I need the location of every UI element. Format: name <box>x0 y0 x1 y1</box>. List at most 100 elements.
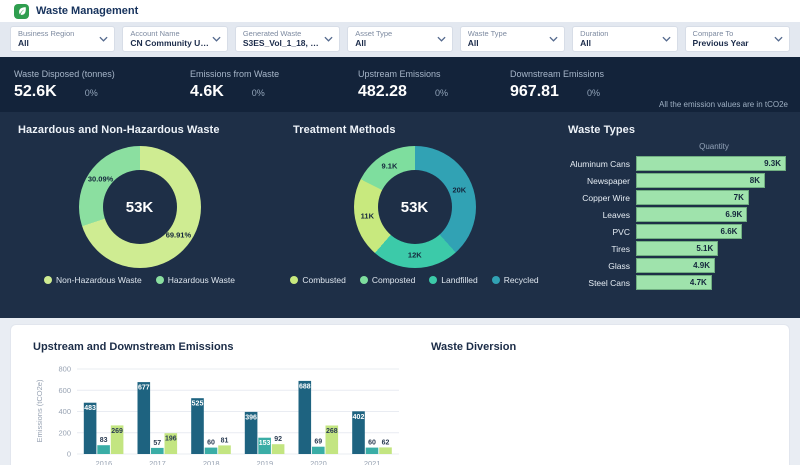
chart-title-treatment-methods: Treatment Methods <box>293 124 396 136</box>
svg-text:483: 483 <box>84 405 96 412</box>
chevron-down-icon <box>324 36 333 42</box>
legend-item-recycled[interactable]: Recycled <box>491 275 539 285</box>
hazardous-and-non-hazardous-waste-donut[interactable]: 69.91% 30.09% 53K <box>78 146 201 268</box>
bar: 6.6K <box>636 224 743 239</box>
svg-text:60: 60 <box>368 440 376 447</box>
donut-total-value: 53K <box>125 198 154 216</box>
waste-type-row-glass[interactable]: Glass 4.9K <box>568 257 786 274</box>
svg-text:400: 400 <box>58 407 71 416</box>
legend-label: Hazardous Waste <box>167 275 235 285</box>
kpi-emissions-from-waste: Emissions from Waste 4.6K 0% <box>190 69 358 101</box>
bottom-panel: Upstream and Downstream Emissions 0 200 40… <box>10 324 790 465</box>
filter-duration[interactable]: Duration All <box>572 26 678 52</box>
waste-type-row-copper-wire[interactable]: Copper Wire 7K <box>568 189 786 206</box>
kpi-change: 0% <box>84 87 98 98</box>
slice-label-non-hazardous-waste: 69.91% <box>165 230 192 240</box>
legend-label: Combusted <box>302 275 346 285</box>
kpi-label: Downstream Emissions <box>510 68 605 79</box>
filter-bar: Business Region All Account Name CN Communi… <box>0 22 800 57</box>
waste-type-row-leaves[interactable]: Leaves 6.9K <box>568 206 786 223</box>
legend-item-composted[interactable]: Composted <box>359 275 416 285</box>
bar: 4.7K <box>636 275 712 290</box>
hazardous-waste-legend: Non-Hazardous Waste Hazardous Waste <box>18 275 261 285</box>
slice-label-combusted: 11K <box>360 211 375 221</box>
kpi-change: 0% <box>251 87 265 98</box>
svg-text:402: 402 <box>353 414 365 421</box>
waste-type-row-steel-cans[interactable]: Steel Cans 4.7K <box>568 274 786 291</box>
legend-item-non-hazardous-waste[interactable]: Non-Hazardous Waste <box>44 275 142 285</box>
legend-dot <box>491 276 500 284</box>
waste-types-bar-chart[interactable]: Aluminum Cans 9.3K Newspaper 8K Copper Wire 7… <box>568 155 786 291</box>
treatment-methods-panel: Treatment Methods 20K 12K 11K 9.1K 53K Combu… <box>275 112 550 318</box>
kpi-change: 0% <box>586 87 600 98</box>
legend-dot <box>290 276 299 284</box>
kpi-value: 482.28 <box>358 82 407 100</box>
kpi-label: Upstream Emissions <box>358 68 441 79</box>
filter-value: All <box>467 38 479 48</box>
kpi-waste-disposed-tonnes: Waste Disposed (tonnes) 52.6K 0% <box>14 69 190 101</box>
filter-business-region[interactable]: Business Region All <box>10 26 116 52</box>
legend-dot <box>359 276 368 284</box>
legend-item-combusted[interactable]: Combusted <box>290 275 346 285</box>
legend-item-landfilled[interactable]: Landfilled <box>429 275 478 285</box>
filter-label: Asset Type <box>355 29 393 38</box>
svg-text:200: 200 <box>58 428 71 437</box>
waste-types-panel: Waste Types Quantity Aluminum Cans 9.3K Ne… <box>550 112 800 318</box>
legend-label: Composted <box>371 275 416 285</box>
chevron-down-icon <box>212 36 221 42</box>
bar: 4.9K <box>636 258 716 273</box>
quantity-axis-label: Quantity <box>699 142 729 151</box>
filter-label: Generated Waste <box>242 29 302 38</box>
kpi-label: Waste Disposed (tonnes) <box>14 68 115 79</box>
svg-text:600: 600 <box>58 386 71 395</box>
svg-text:60: 60 <box>207 440 215 447</box>
emissions-bar-chart[interactable]: 0200400600800Emissions (tCO2e)2016483832… <box>33 359 405 465</box>
waste-type-row-aluminum-cans[interactable]: Aluminum Cans 9.3K <box>568 155 786 172</box>
chevron-down-icon <box>549 36 558 42</box>
kpi-value: 967.81 <box>510 82 559 100</box>
filter-label: Account Name <box>130 29 180 38</box>
svg-text:2016: 2016 <box>95 459 112 465</box>
waste-type-label: Copper Wire <box>582 192 630 203</box>
waste-type-label: Aluminum Cans <box>570 158 630 169</box>
filter-generated-waste[interactable]: Generated WasteS3ES_Vol_1_18, S3ES_... <box>234 26 341 52</box>
bar-track: 6.9K <box>636 207 786 222</box>
hazardous-waste-panel: Hazardous and Non-Hazardous Waste 69.91%… <box>0 112 275 318</box>
treatment-methods-donut[interactable]: 20K 12K 11K 9.1K 53K <box>353 146 476 268</box>
page-title: Waste Management <box>36 5 139 17</box>
leaf-icon <box>14 3 29 19</box>
bar-value: 7K <box>733 193 744 202</box>
svg-text:153: 153 <box>259 440 271 447</box>
legend-item-hazardous-waste[interactable]: Hazardous Waste <box>155 275 235 285</box>
svg-text:196: 196 <box>165 436 177 443</box>
slice-label-composted: 9.1K <box>381 161 398 171</box>
filter-compare-to[interactable]: Compare To Previous Year <box>684 26 790 52</box>
bar-value: 4.7K <box>689 278 707 287</box>
filter-waste-type[interactable]: Waste Type All <box>459 26 566 52</box>
bar-value: 4.9K <box>693 261 711 270</box>
svg-text:81: 81 <box>221 437 229 444</box>
filter-value: All <box>355 38 367 48</box>
kpi-value: 52.6K <box>14 82 57 100</box>
chevron-down-icon <box>661 36 671 42</box>
slice-label-landfilled: 12K <box>407 250 422 260</box>
waste-type-row-newspaper[interactable]: Newspaper 8K <box>568 172 786 189</box>
donut-center: 53K <box>102 170 177 244</box>
svg-text:83: 83 <box>100 437 108 444</box>
legend-dot <box>44 276 53 284</box>
slice-label-hazardous-waste: 30.09% <box>87 174 114 184</box>
svg-text:800: 800 <box>58 365 71 374</box>
svg-text:57: 57 <box>153 440 161 447</box>
waste-type-row-tires[interactable]: Tires 5.1K <box>568 240 786 257</box>
bar-value: 9.3K <box>764 159 781 168</box>
bar-value: 6.6K <box>720 227 738 236</box>
treatment-methods-donut-wrap: 20K 12K 11K 9.1K 53K <box>293 146 536 268</box>
filter-asset-type[interactable]: Asset Type All <box>347 26 453 52</box>
waste-type-row-pvc[interactable]: PVC 6.6K <box>568 223 786 240</box>
svg-text:2019: 2019 <box>256 459 273 465</box>
waste-type-label: Leaves <box>602 209 630 220</box>
emissions-chart-block: Upstream and Downstream Emissions 0 200 40… <box>33 341 405 465</box>
filter-account-name[interactable]: Account NameCN Community User, ... <box>122 26 228 52</box>
waste-diversion-chart[interactable] <box>431 359 783 465</box>
filter-value: S3ES_Vol_1_18, S3ES_... <box>242 38 323 48</box>
